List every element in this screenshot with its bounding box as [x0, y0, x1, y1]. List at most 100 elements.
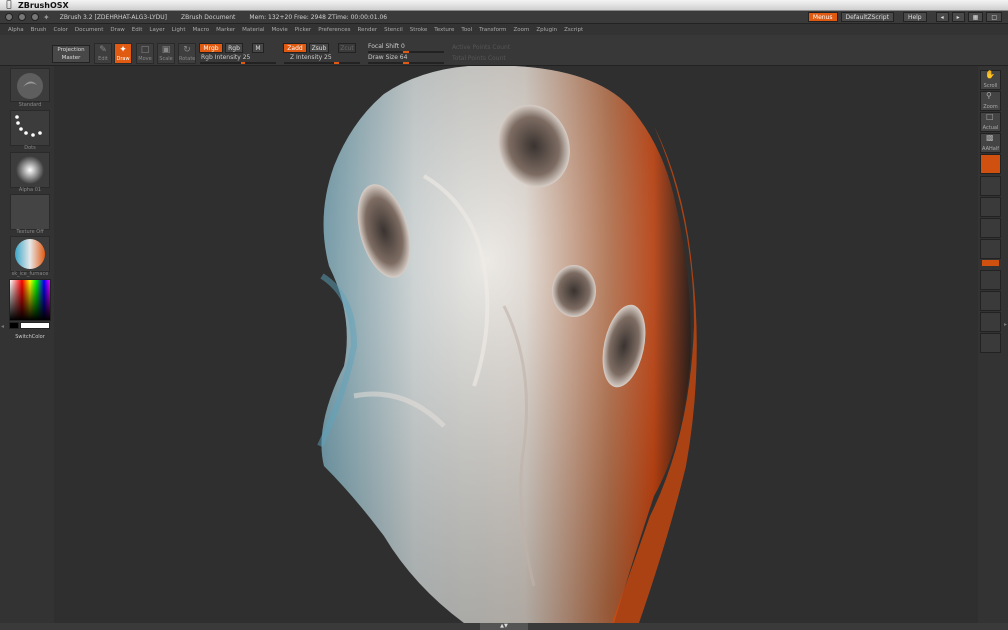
menu-zscript[interactable]: Zscript	[564, 27, 583, 33]
right-shelf: ✋ Scroll ⚲ Zoom □ Actual ▩ AAHalf ▸	[978, 66, 1008, 630]
zsub-button[interactable]: Zsub	[309, 43, 329, 53]
switch-color-button[interactable]: SwitchColor	[8, 334, 52, 340]
focal-shift-label[interactable]: Focal Shift 0	[368, 43, 405, 50]
zbrush-logo-icon: ✦	[43, 12, 50, 22]
zoom-window-icon[interactable]	[31, 13, 39, 21]
draw-size-label[interactable]: Draw Size 64	[368, 54, 407, 61]
move-icon: □	[140, 45, 150, 55]
brush-selector[interactable]	[10, 68, 50, 102]
standard-brush-icon	[17, 73, 43, 99]
menu-zplugin[interactable]: Zplugin	[536, 27, 557, 33]
z-intensity-fill	[334, 62, 339, 64]
memory-stats: Mem: 132+20 Free: 2948 ZTime: 00:00:01.0…	[249, 13, 388, 21]
aahalf-icon: ▩	[986, 133, 994, 142]
apple-icon[interactable]: 	[0, 0, 18, 10]
xyz-button[interactable]	[980, 218, 1001, 238]
frame-button[interactable]	[980, 239, 1001, 259]
z-intensity-label[interactable]: Z Intensity 25	[290, 54, 332, 61]
menu-document[interactable]: Document	[75, 27, 104, 33]
color-picker[interactable]	[9, 279, 51, 321]
menu-render[interactable]: Render	[358, 27, 378, 33]
menu-tool[interactable]: Tool	[461, 27, 472, 33]
persp-button[interactable]	[980, 154, 1001, 174]
menu-transform[interactable]: Transform	[479, 27, 506, 33]
collapse-left-icon[interactable]: ◂	[1, 323, 4, 330]
left-shelf: Standard Dots Alpha 01 Texture Off sk_ic…	[0, 66, 54, 630]
texture-label: Texture Off	[16, 229, 44, 235]
zadd-button[interactable]: Zadd	[283, 43, 307, 53]
zcut-button[interactable]: Zcut	[338, 43, 356, 53]
rgb-button[interactable]: Rgb	[225, 43, 243, 53]
menu-movie[interactable]: Movie	[272, 27, 288, 33]
menu-draw[interactable]: Draw	[110, 27, 124, 33]
stroke-selector[interactable]	[10, 110, 50, 146]
default-zscript-button[interactable]: DefaultZScript	[840, 12, 894, 22]
menu-layer[interactable]: Layer	[149, 27, 164, 33]
menu-picker[interactable]: Picker	[295, 27, 311, 33]
menu-brush[interactable]: Brush	[31, 27, 47, 33]
layout-next-icon[interactable]: ▸	[951, 12, 965, 22]
close-window-icon[interactable]	[5, 13, 13, 21]
layout-prev-icon[interactable]: ◂	[935, 12, 949, 22]
draw-button[interactable]: ✦ Draw	[114, 43, 132, 64]
app-title: ZBrush 3.2 [ZDEHRHAT-ALG3-LYDU]	[59, 13, 167, 21]
texture-selector[interactable]	[10, 194, 50, 230]
collapse-right-icon[interactable]: ▸	[1004, 321, 1007, 328]
rotate-button[interactable]: ↻ Rotate	[178, 43, 196, 64]
menu-edit[interactable]: Edit	[132, 27, 143, 33]
move-button[interactable]: □ Move	[136, 43, 154, 64]
active-points-count: Active Points Count	[452, 44, 511, 51]
scale-button[interactable]: ▣ Scale	[157, 43, 175, 64]
menu-zoom[interactable]: Zoom	[513, 27, 529, 33]
help-button[interactable]: Help	[902, 12, 927, 22]
dots-stroke-icon	[15, 115, 42, 137]
document-canvas[interactable]	[54, 66, 978, 623]
menu-material[interactable]: Material	[242, 27, 264, 33]
primary-color-swatch[interactable]	[9, 322, 19, 329]
menu-macro[interactable]: Macro	[193, 27, 210, 33]
menu-texture[interactable]: Texture	[434, 27, 454, 33]
material-selector[interactable]	[10, 236, 50, 272]
layout-icon[interactable]: ▦	[967, 12, 984, 22]
alpha-label: Alpha 01	[18, 187, 42, 193]
projection-master-button[interactable]: Projection Master	[52, 45, 90, 63]
app-name[interactable]: ZBrushOSX	[18, 1, 69, 10]
bottom-tray-toggle-icon[interactable]: ▲▼	[480, 623, 528, 630]
menu-marker[interactable]: Marker	[216, 27, 235, 33]
menu-stroke[interactable]: Stroke	[410, 27, 428, 33]
local-button[interactable]	[980, 197, 1001, 217]
document-name: ZBrush Document	[180, 13, 236, 21]
scale-view-button[interactable]	[980, 291, 1001, 311]
m-button[interactable]: M	[252, 43, 264, 53]
mrgb-button[interactable]: Mrgb	[199, 43, 223, 53]
title-bar: ✦ ZBrush 3.2 [ZDEHRHAT-ALG3-LYDU] ZBrush…	[0, 11, 1008, 24]
polyframe-button[interactable]	[980, 333, 1001, 353]
hide-palettes-icon[interactable]: □	[986, 12, 1002, 22]
rotate-view-button[interactable]	[980, 312, 1001, 332]
os-menubar:  ZBrushOSX	[0, 0, 1008, 11]
z-intensity-slider[interactable]	[284, 62, 360, 64]
bottom-bar: ▲▼	[0, 623, 1008, 630]
menu-light[interactable]: Light	[172, 27, 186, 33]
menu-alpha[interactable]: Alpha	[8, 27, 24, 33]
rgb-intensity-slider[interactable]	[200, 62, 276, 64]
floor-button[interactable]	[980, 176, 1001, 196]
menus-button[interactable]: Menus	[807, 12, 838, 22]
rotate-icon: ↻	[183, 45, 191, 55]
draw-size-fill	[403, 62, 409, 64]
move-view-button[interactable]	[980, 270, 1001, 290]
sculpt-model[interactable]	[54, 66, 978, 623]
alpha-icon	[16, 156, 44, 184]
menu-color[interactable]: Color	[54, 27, 68, 33]
secondary-color-swatch[interactable]	[20, 322, 50, 329]
edit-button[interactable]: ✎ Edit	[94, 43, 112, 64]
material-label: sk_ice_furnace	[11, 271, 49, 277]
aahalf-button[interactable]: ▩ AAHalf	[980, 133, 1001, 153]
rgb-intensity-label[interactable]: Rgb Intensity 25	[201, 54, 250, 61]
menu-stencil[interactable]: Stencil	[384, 27, 403, 33]
menu-preferences[interactable]: Preferences	[318, 27, 350, 33]
minimize-window-icon[interactable]	[18, 13, 26, 21]
alpha-selector[interactable]	[10, 152, 50, 188]
brush-label: Standard	[18, 102, 42, 108]
draw-icon: ✦	[119, 45, 127, 55]
